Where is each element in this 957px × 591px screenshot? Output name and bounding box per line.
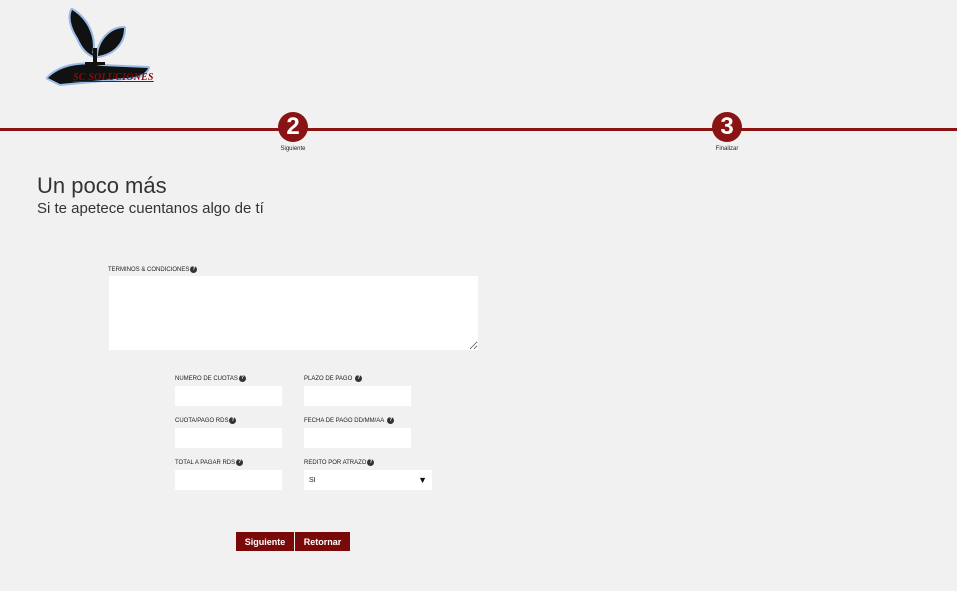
terms-label: TERMINOS & CONDICIONES [108, 266, 190, 273]
total-pagar-label: TOTAL A PAGAR RDS [175, 459, 236, 466]
terms-label-row: TERMINOS & CONDICIONES ? [108, 266, 198, 273]
step-2-indicator: 2 [278, 112, 308, 142]
help-icon[interactable]: ? [387, 417, 395, 424]
fecha-pago-label-row: FECHA DE PAGO DD/MM/AA ? [304, 417, 395, 424]
back-button[interactable]: Retornar [295, 532, 350, 551]
next-button[interactable]: Siguiente [236, 532, 294, 551]
logo-text: SC SOLUCIONES [73, 72, 154, 83]
total-pagar-label-row: TOTAL A PAGAR RDS ? [175, 459, 244, 466]
help-icon[interactable]: ? [355, 375, 363, 382]
step-2-label: Siguiente [280, 146, 306, 152]
fecha-pago-input[interactable] [304, 428, 411, 448]
help-icon[interactable]: ? [236, 459, 244, 466]
redito-label-row: REDITO POR ATRAZO ? [304, 459, 375, 466]
num-cuotas-label: NUMERO DE CUOTAS [175, 375, 238, 382]
plazo-pago-label-row: PLAZO DE PAGO ? [304, 375, 363, 382]
redito-select[interactable]: SI ▼ [304, 470, 432, 490]
logo: SC SOLUCIONES [40, 4, 170, 90]
num-cuotas-input[interactable] [175, 386, 282, 406]
progress-line [0, 128, 957, 131]
help-icon[interactable]: ? [190, 266, 198, 273]
dropdown-arrow-icon: ▼ [418, 475, 427, 485]
num-cuotas-label-row: NUMERO DE CUOTAS ? [175, 375, 246, 382]
help-icon[interactable]: ? [238, 375, 246, 382]
cuota-pago-label-row: CUOTA/PAGO RDS ? [175, 417, 237, 424]
page-subtitle: Si te apetece cuentanos algo de tí [37, 200, 264, 217]
help-icon[interactable]: ? [367, 459, 375, 466]
cuota-pago-input[interactable] [175, 428, 282, 448]
redito-selected-value: SI [309, 476, 316, 484]
page-title: Un poco más [37, 173, 167, 198]
step-3-indicator: 3 [712, 112, 742, 142]
redito-label: REDITO POR ATRAZO [304, 459, 367, 466]
plazo-pago-input[interactable] [304, 386, 411, 406]
step-3-label: Finalizar [715, 146, 739, 152]
terms-textarea[interactable] [109, 276, 478, 350]
plazo-pago-label: PLAZO DE PAGO [304, 375, 353, 382]
cuota-pago-label: CUOTA/PAGO RDS [175, 417, 229, 424]
fecha-pago-label: FECHA DE PAGO DD/MM/AA [304, 417, 385, 424]
page: SC SOLUCIONES 2 Siguiente 3 Finalizar Un… [0, 0, 957, 591]
total-pagar-input[interactable] [175, 470, 282, 490]
help-icon[interactable]: ? [229, 417, 237, 424]
